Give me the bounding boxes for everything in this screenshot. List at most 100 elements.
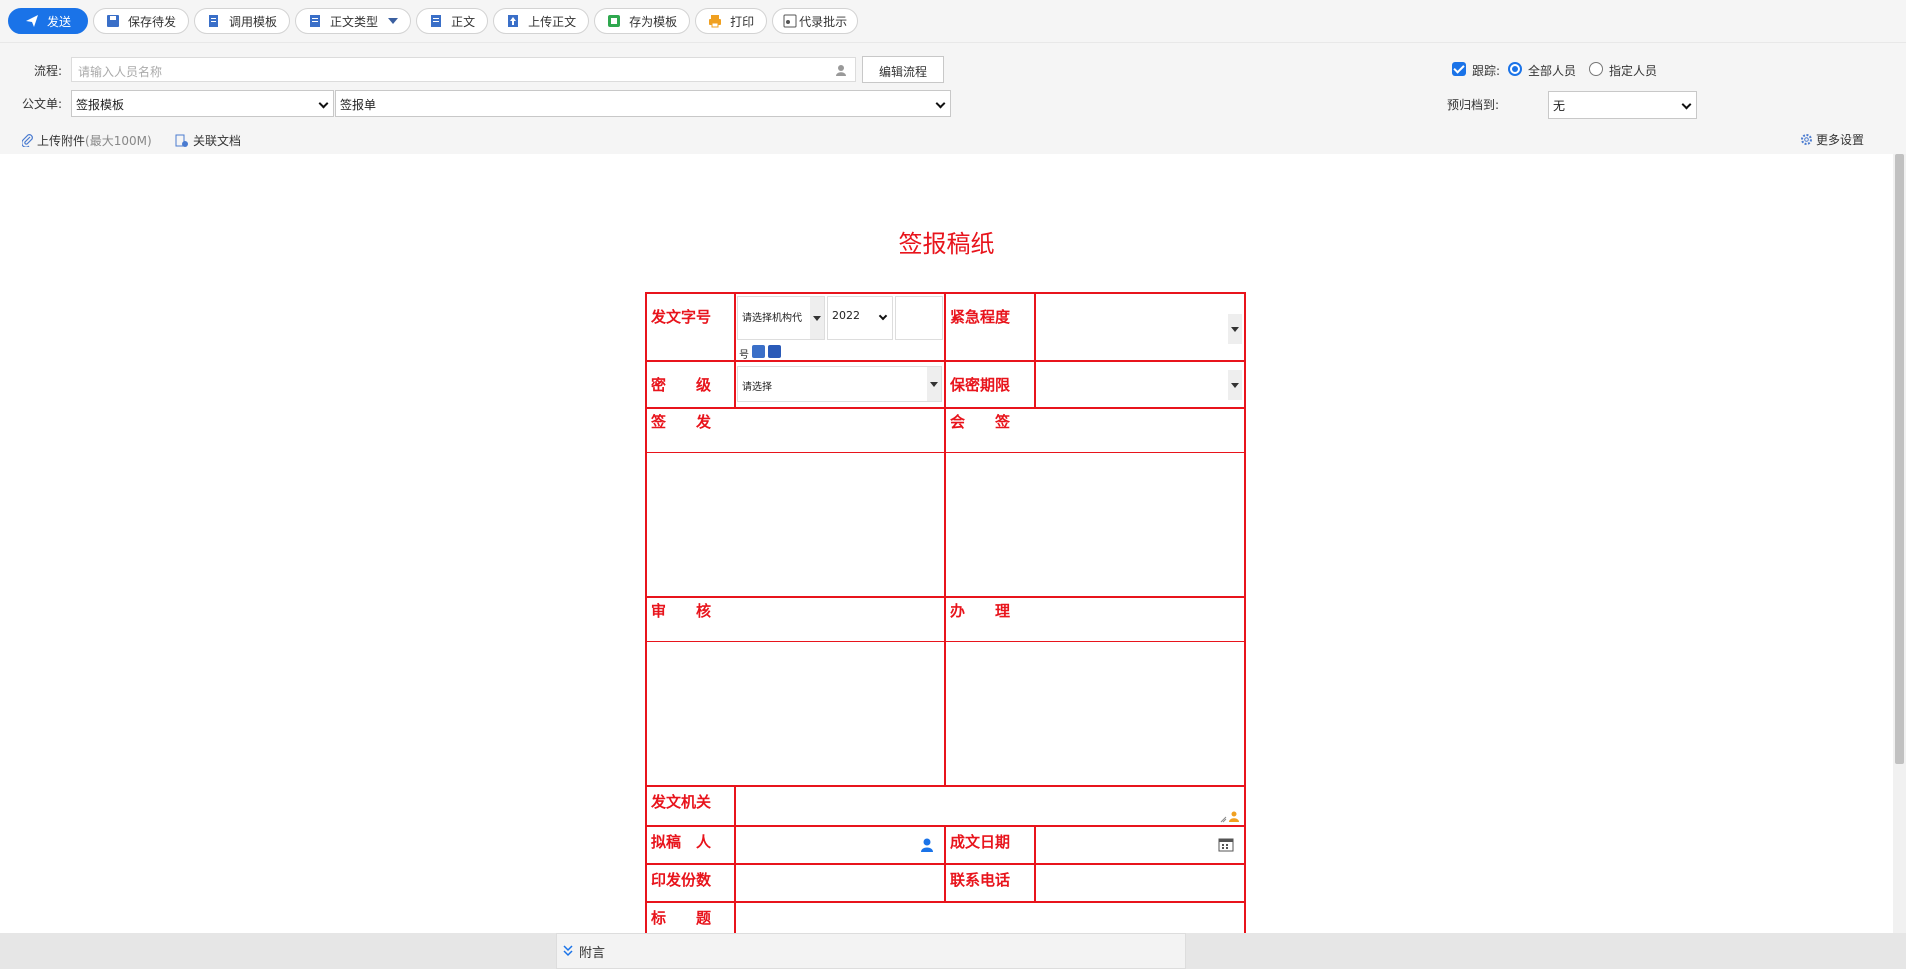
copies-input[interactable] (734, 863, 946, 903)
upload-attachment-label: 上传附件 (37, 134, 86, 148)
secret-period-label: 保密期限 (944, 360, 1036, 409)
edit-process-button[interactable]: 编辑流程 (862, 56, 945, 83)
urgency-cell[interactable] (1034, 292, 1246, 362)
vertical-scrollbar[interactable] (1893, 154, 1906, 933)
proxy-comment-icon (783, 14, 797, 28)
print-label: 打印 (730, 14, 755, 29)
scrollbar-thumb[interactable] (1895, 154, 1904, 764)
printer-icon (709, 15, 722, 28)
body-type-label: 正文类型 (330, 14, 379, 29)
use-template-button[interactable]: 调用模板 (194, 8, 291, 34)
archive-value: 无 (1553, 99, 1566, 113)
upload-limit-label: (最大100M) (85, 134, 152, 148)
edit-number-icon[interactable] (768, 345, 781, 358)
edit-process-label: 编辑流程 (879, 65, 928, 79)
related-document-icon (175, 134, 188, 147)
divider (946, 641, 1244, 642)
process-label: 流程: (34, 64, 63, 78)
secret-level-cell: 请选择 (734, 360, 946, 409)
org-code-value: 请选择机构代 (742, 313, 802, 324)
related-docs-label: 关联文档 (193, 134, 242, 148)
form-header: 流程: 请输入人员名称 编辑流程 公文单: 签报模板 签报单 跟踪: 全部人员 … (0, 44, 1906, 154)
body-button[interactable]: 正文 (416, 8, 489, 34)
doc-form-type-select[interactable]: 签报单 (335, 90, 951, 117)
proxy-comment-button[interactable]: 代录批示 (772, 8, 859, 34)
track-label: 跟踪: (1472, 64, 1501, 78)
org-code-select[interactable]: 请选择机构代 (737, 296, 825, 340)
body-label: 正文 (451, 14, 476, 29)
handle-area[interactable]: 办 理 (944, 596, 1246, 787)
related-docs-link[interactable]: 关联文档 (175, 132, 241, 149)
note-label: 附言 (579, 945, 606, 961)
number-generator-icon[interactable] (752, 345, 765, 358)
user-icon[interactable] (920, 837, 936, 852)
more-settings-label: 更多设置 (1816, 133, 1865, 147)
radio-specified-members-label: 指定人员 (1609, 64, 1658, 78)
chevron-down-icon (878, 311, 888, 321)
bottom-bar: 附言 (0, 933, 1906, 969)
note-tab[interactable]: 附言 (556, 933, 1186, 969)
doc-form-template-select[interactable]: 签报模板 (71, 90, 334, 117)
double-chevron-down-icon (563, 945, 573, 957)
handle-label: 办 理 (950, 602, 1011, 620)
save-template-icon (608, 15, 621, 27)
countersign-label: 会 签 (950, 413, 1011, 431)
secret-level-select[interactable]: 请选择 (737, 366, 942, 402)
secret-level-label: 密 级 (645, 360, 736, 409)
issuing-org-input[interactable] (734, 785, 1246, 827)
toolbar: 发送 保存待发 调用模板 正文类型 正文 上传正文 存为模板 打印 代录批示 (0, 0, 1906, 43)
calendar-icon[interactable] (1218, 837, 1234, 852)
copies-label: 印发份数 (645, 863, 736, 903)
radio-all-members-label: 全部人员 (1528, 64, 1577, 78)
save-pending-button[interactable]: 保存待发 (93, 8, 190, 34)
phone-label: 联系电话 (944, 863, 1036, 903)
date-label: 成文日期 (944, 825, 1036, 865)
chevron-down-icon (1228, 370, 1242, 400)
process-placeholder: 请输入人员名称 (78, 65, 163, 79)
chevron-down-icon (1228, 314, 1242, 344)
process-input[interactable]: 请输入人员名称 (71, 57, 856, 82)
archive-select[interactable]: 无 (1548, 91, 1697, 119)
track-checkbox[interactable] (1452, 62, 1466, 76)
more-settings-link[interactable]: 更多设置 (1800, 131, 1864, 148)
doc-serial-input[interactable] (895, 296, 943, 340)
send-icon (26, 15, 38, 27)
upload-document-icon (508, 15, 519, 27)
print-button[interactable]: 打印 (695, 8, 768, 34)
subject-input[interactable] (734, 901, 1246, 933)
doc-form-type-value: 签报单 (340, 98, 377, 112)
document-title: 签报稿纸 (898, 230, 995, 258)
sign-issue-label: 签 发 (651, 413, 712, 431)
issuing-org-label: 发文机关 (645, 785, 736, 827)
drafter-input[interactable] (734, 825, 946, 865)
upload-attachment-link[interactable]: 上传附件 (最大100M) (22, 132, 152, 149)
upload-body-button[interactable]: 上传正文 (493, 8, 590, 34)
date-input[interactable] (1034, 825, 1246, 865)
radio-specified-members[interactable] (1589, 62, 1603, 76)
phone-input[interactable] (1034, 863, 1246, 903)
divider (647, 641, 944, 642)
org-picker-icon[interactable] (1220, 809, 1240, 823)
save-pending-label: 保存待发 (128, 14, 177, 29)
drafter-label: 拟稿 人 (645, 825, 736, 865)
document-icon (431, 15, 442, 27)
divider (946, 452, 1244, 453)
review-area[interactable]: 审 核 (645, 596, 946, 787)
chevron-down-icon (1681, 99, 1692, 110)
body-type-dropdown[interactable]: 正文类型 (295, 8, 412, 34)
year-value: 2022 (832, 309, 860, 322)
doc-number-label: 发文字号 (645, 292, 736, 362)
send-label: 发送 (47, 14, 72, 29)
chevron-down-icon (927, 367, 941, 401)
num-suffix: 号 (739, 350, 749, 361)
sign-issue-area[interactable]: 签 发 (645, 407, 946, 598)
countersign-area[interactable]: 会 签 (944, 407, 1246, 598)
document-icon (310, 15, 321, 27)
save-as-template-button[interactable]: 存为模板 (594, 8, 691, 34)
use-template-label: 调用模板 (229, 14, 278, 29)
secret-period-cell[interactable] (1034, 360, 1246, 409)
send-button[interactable]: 发送 (8, 8, 89, 34)
radio-all-members[interactable] (1508, 62, 1522, 76)
year-select[interactable]: 2022 (827, 296, 893, 340)
upload-body-label: 上传正文 (528, 14, 577, 29)
